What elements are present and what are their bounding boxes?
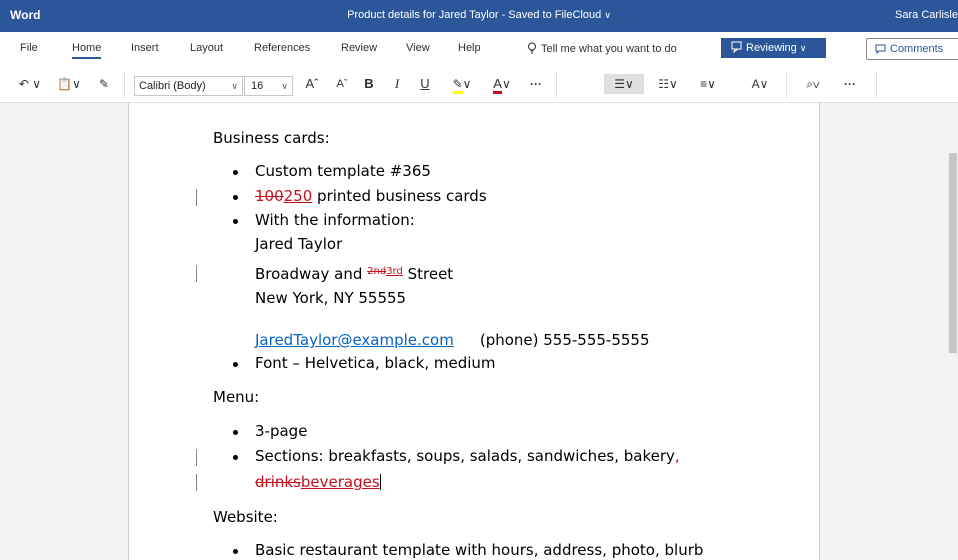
scrollbar-thumb[interactable] bbox=[949, 153, 957, 353]
change-bar bbox=[196, 474, 197, 491]
deleted-text: 100 bbox=[255, 187, 284, 205]
email-link[interactable]: JaredTaylor@example.com bbox=[255, 331, 454, 349]
font-name-select[interactable]: Calibri (Body) ∨ bbox=[134, 76, 243, 96]
list-item: 100250 printed business cards bbox=[255, 187, 487, 205]
list-item: Custom template #365 bbox=[255, 162, 431, 180]
change-bar bbox=[196, 189, 197, 206]
highlight-icon[interactable]: ✎∨ bbox=[444, 74, 480, 94]
tab-review[interactable]: Review bbox=[341, 42, 377, 54]
undo-icon[interactable]: ↶ ∨ bbox=[14, 74, 46, 94]
contact-address: Broadway and 2nd3rd Street bbox=[255, 263, 453, 283]
vertical-scrollbar[interactable] bbox=[948, 103, 958, 560]
tab-insert[interactable]: Insert bbox=[131, 42, 159, 54]
contact-line: JaredTaylor@example.com (phone) 555-555-5… bbox=[255, 331, 650, 349]
tab-file[interactable]: File bbox=[20, 42, 38, 54]
bullet bbox=[233, 430, 238, 435]
bullet bbox=[233, 455, 238, 460]
separator bbox=[556, 72, 557, 98]
font-size-value: 16 bbox=[251, 80, 264, 92]
more-options-icon[interactable]: ··· bbox=[838, 74, 862, 94]
separator bbox=[124, 72, 125, 98]
list-item-text: printed business cards bbox=[312, 187, 487, 205]
list-item: Basic restaurant template with hours, ad… bbox=[255, 541, 704, 559]
user-name[interactable]: Sara Carlisle bbox=[895, 9, 958, 21]
change-bar bbox=[196, 265, 197, 282]
change-bar bbox=[196, 449, 197, 466]
contact-city: New York, NY 55555 bbox=[255, 289, 407, 307]
chevron-down-icon: ∨ bbox=[799, 43, 807, 53]
document-title-text: Product details for Jared Taylor - Saved… bbox=[347, 9, 602, 21]
chevron-down-icon: ∨ bbox=[281, 81, 288, 91]
reviewing-label: Reviewing bbox=[746, 42, 797, 54]
numbering-icon[interactable]: ☷∨ bbox=[650, 74, 686, 94]
font-size-select[interactable]: 16 ∨ bbox=[244, 76, 293, 96]
font-color-icon[interactable]: A∨ bbox=[484, 74, 520, 94]
reviewing-mode-button[interactable]: Reviewing ∨ bbox=[721, 38, 826, 58]
font-name-value: Calibri (Body) bbox=[139, 80, 206, 92]
deleted-text: drinks bbox=[255, 473, 301, 491]
chevron-down-icon: ∨ bbox=[231, 81, 238, 91]
bold-icon[interactable]: B bbox=[358, 74, 380, 94]
tab-layout[interactable]: Layout bbox=[190, 42, 223, 54]
list-item: Font – Helvetica, black, medium bbox=[255, 354, 496, 372]
search-icon[interactable]: ⌕∨ bbox=[796, 74, 830, 94]
inserted-text: beverages bbox=[300, 473, 380, 491]
bullets-icon[interactable]: ☰∨ bbox=[604, 74, 644, 94]
address-text: Street bbox=[402, 265, 454, 283]
document-title[interactable]: Product details for Jared Taylor - Saved… bbox=[0, 9, 958, 21]
grow-font-icon[interactable]: Aˆ bbox=[300, 74, 324, 94]
separator bbox=[876, 72, 877, 98]
inserted-text: 3rd bbox=[386, 266, 403, 277]
comments-button[interactable]: Comments bbox=[866, 38, 958, 60]
tell-me-search[interactable]: Tell me what you want to do bbox=[527, 42, 677, 55]
bullet bbox=[233, 195, 238, 200]
list-item-text: Sections: breakfasts, soups, salads, san… bbox=[255, 447, 675, 465]
inserted-text: 250 bbox=[283, 187, 313, 205]
contact-name: Jared Taylor bbox=[255, 235, 343, 253]
list-item: 3-page bbox=[255, 422, 308, 440]
list-item: With the information: bbox=[255, 211, 415, 229]
comment-icon bbox=[875, 43, 890, 55]
tab-home[interactable]: Home bbox=[72, 42, 102, 59]
tab-view[interactable]: View bbox=[406, 42, 430, 54]
menu-heading: Menu: bbox=[213, 388, 260, 406]
bullet bbox=[233, 362, 238, 367]
bullet bbox=[233, 219, 238, 224]
reviewing-icon bbox=[731, 41, 746, 54]
document-page[interactable]: Business cards: Custom template #365 100… bbox=[128, 103, 820, 560]
chevron-down-icon: ∨ bbox=[604, 10, 611, 20]
text-cursor bbox=[379, 474, 381, 490]
inserted-text: , bbox=[674, 447, 680, 465]
shrink-font-icon[interactable]: Aˇ bbox=[330, 74, 354, 94]
comments-label: Comments bbox=[890, 43, 944, 55]
bullet bbox=[233, 549, 238, 554]
align-icon[interactable]: ≡∨ bbox=[690, 74, 726, 94]
italic-icon[interactable]: I bbox=[386, 74, 408, 94]
deleted-text: 2nd bbox=[367, 266, 387, 277]
list-item: Sections: breakfasts, soups, salads, san… bbox=[255, 447, 680, 465]
title-bar: Word Product details for Jared Taylor - … bbox=[0, 0, 958, 32]
tab-help[interactable]: Help bbox=[458, 42, 481, 54]
address-text: Broadway and bbox=[255, 265, 368, 283]
more-icon[interactable]: ··· bbox=[524, 74, 548, 94]
lightbulb-icon bbox=[527, 42, 541, 55]
website-heading: Website: bbox=[213, 508, 278, 526]
paste-icon[interactable]: 📋∨ bbox=[52, 74, 86, 94]
separator bbox=[786, 72, 787, 98]
styles-icon[interactable]: A∨ bbox=[744, 74, 776, 94]
business-cards-heading: Business cards: bbox=[213, 129, 330, 147]
underline-icon[interactable]: U bbox=[414, 74, 436, 94]
phone-text: (phone) 555-555-5555 bbox=[479, 331, 650, 349]
list-item-continuation: drinksbeverages bbox=[255, 473, 381, 491]
format-painter-icon[interactable]: ✎ bbox=[92, 74, 116, 94]
tab-references[interactable]: References bbox=[254, 42, 310, 54]
bullet bbox=[233, 170, 238, 175]
tell-me-text: Tell me what you want to do bbox=[541, 43, 677, 55]
